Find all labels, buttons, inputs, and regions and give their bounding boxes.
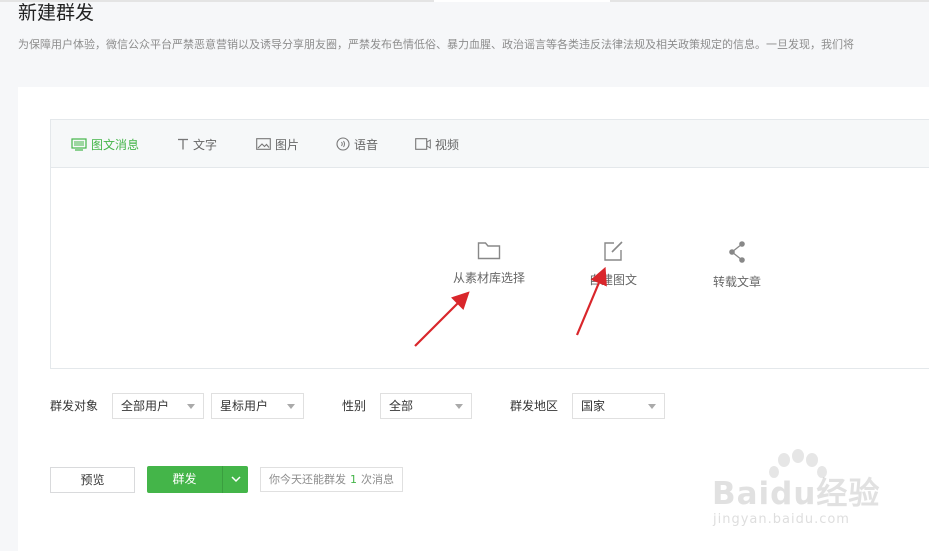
watermark-text: Baidu经验: [712, 476, 881, 512]
annotation-arrow-library: [414, 291, 470, 347]
watermark-url: jingyan.baidu.com: [713, 512, 850, 527]
annotation-arrow-create: [575, 266, 607, 336]
